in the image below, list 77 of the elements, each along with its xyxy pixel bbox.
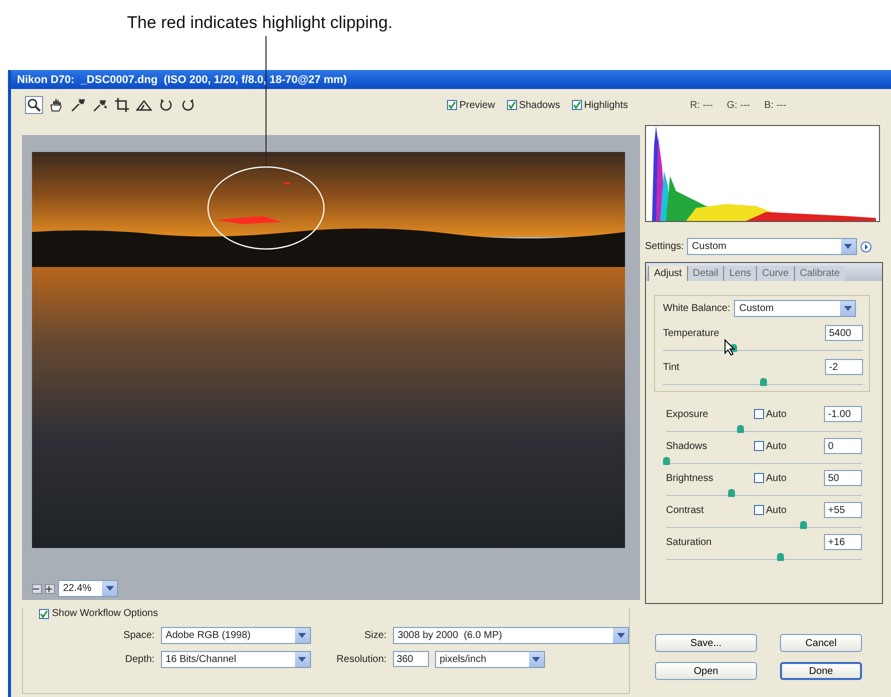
tab[interactable]: Lens xyxy=(723,266,756,281)
slider-thumb[interactable] xyxy=(737,425,744,433)
field-label: Space: xyxy=(122,630,155,641)
settings-dropdown[interactable]: Custom xyxy=(686,238,857,255)
dialog-button[interactable]: Cancel xyxy=(780,634,862,652)
tab[interactable]: Calibrate xyxy=(794,266,845,281)
slider-thumb[interactable] xyxy=(760,378,767,386)
value-field[interactable]: -1.00 xyxy=(824,406,862,422)
value-field[interactable]: 50 xyxy=(824,470,862,486)
checkbox-label: Show Workflow Options xyxy=(52,608,158,619)
checkbox-label: Highlights xyxy=(584,100,628,110)
window-title: Nikon D70: _DSC0007.dng (ISO 200, 1/20, f/8.0, 18-70@27 mm) xyxy=(11,70,891,89)
slider-label: Brightness xyxy=(666,472,714,484)
checkbox[interactable] xyxy=(572,100,582,110)
slider-track[interactable] xyxy=(666,488,862,496)
minus-icon xyxy=(33,586,39,592)
slider-label: Contrast xyxy=(666,504,705,516)
slider-track[interactable] xyxy=(663,377,863,385)
value-field[interactable]: 5400 xyxy=(825,325,863,341)
checkbox[interactable] xyxy=(754,409,764,419)
slider-track[interactable] xyxy=(666,456,862,464)
wb-label: White Balance: xyxy=(663,303,730,314)
settings-label: Settings: xyxy=(645,241,684,252)
field-label: Depth: xyxy=(124,654,155,665)
slider-label: Tint xyxy=(663,362,680,372)
crop-icon[interactable] xyxy=(113,96,131,114)
tab[interactable]: Detail xyxy=(686,266,724,281)
checkbox-label: Preview xyxy=(459,100,495,110)
zoom-icon[interactable] xyxy=(25,96,43,114)
zoom-out-button[interactable] xyxy=(32,584,42,594)
unit-dropdown[interactable]: pixels/inch xyxy=(434,651,545,668)
slider-label: Temperature xyxy=(663,328,720,338)
option-dropdown[interactable]: 3008 by 2000 (6.0 MP) xyxy=(392,627,629,644)
checkbox[interactable] xyxy=(447,100,458,110)
slider-track[interactable] xyxy=(666,520,862,528)
checkbox[interactable] xyxy=(754,505,764,515)
value-field[interactable]: +16 xyxy=(824,534,862,550)
rgb-readout: R: --- xyxy=(690,100,713,110)
checkbox-label: Shadows xyxy=(518,100,560,110)
option-dropdown[interactable]: 16 Bits/Channel xyxy=(160,651,311,668)
slider-label: Exposure xyxy=(666,408,710,420)
slider-thumb[interactable] xyxy=(776,553,784,561)
checkbox[interactable] xyxy=(39,608,49,618)
dialog-button[interactable]: Save... xyxy=(655,634,757,652)
slider-label: Shadows xyxy=(666,440,708,452)
checkbox[interactable] xyxy=(506,100,517,110)
tab[interactable]: Adjust xyxy=(648,266,687,281)
value-field[interactable]: 360 xyxy=(392,651,429,667)
tab[interactable]: Curve xyxy=(756,266,794,281)
plus-icon xyxy=(46,586,52,592)
wb-dropdown[interactable]: Custom xyxy=(734,300,856,317)
dialog-button[interactable]: Done xyxy=(780,662,862,680)
slider-thumb[interactable] xyxy=(800,521,808,529)
dialog-button[interactable]: Open xyxy=(655,662,757,680)
auto-label: Auto xyxy=(766,504,787,516)
rgb-readout: G: --- xyxy=(726,100,750,110)
cursor-icon xyxy=(724,339,735,356)
slider-thumb[interactable] xyxy=(728,489,735,497)
auto-label: Auto xyxy=(766,472,787,484)
annotation-caption: The red indicates highlight clipping. xyxy=(127,13,393,33)
zoom-dropdown[interactable]: 22.4% xyxy=(58,580,118,597)
slider-thumb[interactable] xyxy=(663,457,670,465)
auto-label: Auto xyxy=(766,440,787,452)
value-field[interactable]: +55 xyxy=(824,502,862,518)
value-field[interactable]: 0 xyxy=(824,438,862,454)
auto-label: Auto xyxy=(766,408,787,420)
field-label: Size: xyxy=(363,630,387,641)
rgb-readout: B: --- xyxy=(764,100,786,110)
slider-track[interactable] xyxy=(666,552,862,560)
checkbox[interactable] xyxy=(754,473,764,483)
zoom-in-button[interactable] xyxy=(45,584,55,594)
option-dropdown[interactable]: Adobe RGB (1998) xyxy=(160,627,311,644)
slider-label: Saturation xyxy=(666,536,713,548)
value-field[interactable]: -2 xyxy=(825,359,863,375)
field-label: Resolution: xyxy=(336,654,387,665)
slider-track[interactable] xyxy=(666,424,862,432)
checkbox[interactable] xyxy=(754,441,764,451)
